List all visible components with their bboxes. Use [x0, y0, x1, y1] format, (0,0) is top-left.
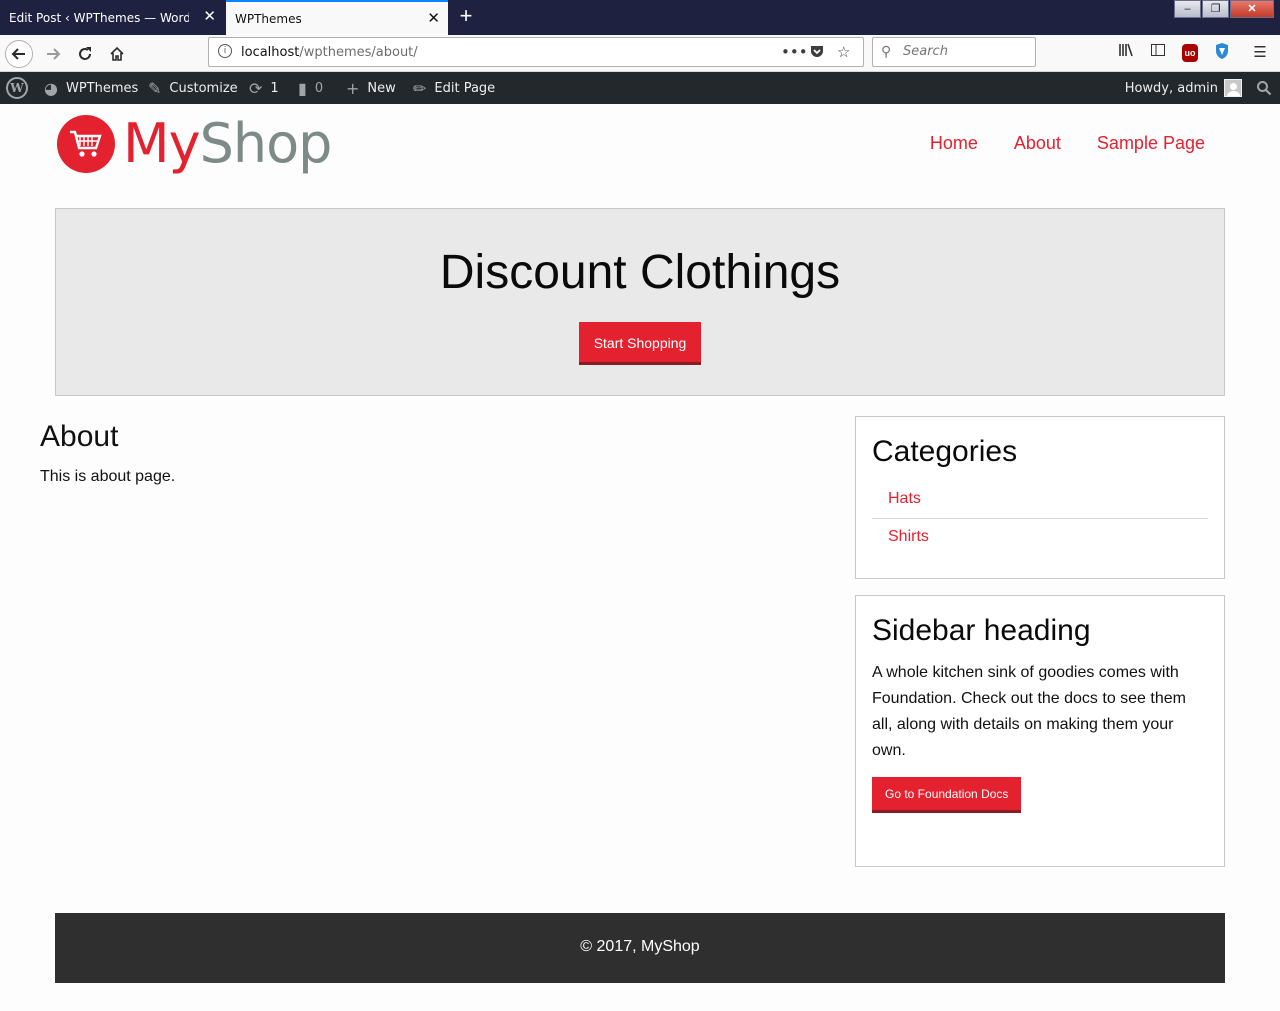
comments-link[interactable]: ▮ 0 [298, 72, 323, 104]
reload-icon[interactable] [71, 40, 99, 68]
category-link-hats[interactable]: Hats [888, 490, 921, 507]
menu-icon[interactable]: ☰ [1249, 42, 1271, 64]
list-item: Hats [872, 481, 1208, 519]
shopping-cart-icon [57, 115, 115, 173]
new-content-link[interactable]: + New [346, 72, 396, 104]
info-icon[interactable]: i [218, 44, 232, 58]
comments-count: 0 [314, 80, 324, 96]
url-bar[interactable]: i localhost/wpthemes/about/ ••• ☆ [208, 37, 864, 67]
window-close-icon[interactable]: ✕ [1230, 0, 1274, 18]
wordpress-logo-icon[interactable]: W [6, 77, 28, 99]
hero-banner: Discount Clothings Start Shopping [55, 208, 1225, 396]
comment-icon: ▮ [298, 78, 307, 98]
wp-admin-bar: W ◕ WPThemes ✎ Customize ⟳ 1 ▮ 0 + New ✏… [0, 72, 1280, 104]
updates-icon: ⟳ [249, 78, 263, 98]
edit-page-label: Edit Page [434, 80, 496, 96]
tab-wpthemes[interactable]: WPThemes ✕ [226, 0, 448, 35]
sidebar-icon[interactable] [1147, 42, 1169, 64]
home-icon[interactable] [103, 40, 131, 68]
sidebar-widget: Sidebar heading A whole kitchen sink of … [855, 595, 1225, 867]
my-account-link[interactable]: Howdy, admin [1125, 72, 1242, 104]
ublock-icon[interactable]: uo [1182, 44, 1198, 62]
minimize-icon[interactable]: – [1174, 0, 1201, 18]
page-content: About This is about page. [40, 420, 820, 486]
search-icon: ⚲ [881, 43, 892, 59]
site-name-link[interactable]: ◕ WPThemes [44, 72, 138, 104]
footer-copyright: © 2017, MyShop [580, 938, 700, 955]
category-list: Hats Shirts [872, 481, 1208, 556]
close-tab-icon[interactable]: ✕ [427, 11, 440, 26]
close-tab-icon[interactable]: ✕ [203, 9, 216, 24]
tab-title: WPThemes [235, 11, 302, 26]
pocket-icon[interactable] [809, 43, 825, 63]
updates-link[interactable]: ⟳ 1 [249, 72, 279, 104]
menu-item-sample-page[interactable]: Sample Page [1097, 133, 1205, 154]
category-link-shirts[interactable]: Shirts [888, 528, 929, 545]
customize-link[interactable]: ✎ Customize [148, 72, 238, 104]
new-label: New [367, 80, 396, 96]
updates-count: 1 [270, 80, 279, 96]
tab-title: Edit Post ‹ WPThemes — WordPress [9, 10, 189, 25]
search-bar[interactable]: ⚲ [872, 37, 1036, 67]
browser-tab-bar: Edit Post ‹ WPThemes — WordPress ✕ WPThe… [0, 0, 1280, 35]
tab-edit-post[interactable]: Edit Post ‹ WPThemes — WordPress ✕ [0, 0, 224, 35]
site-name-label: WPThemes [65, 80, 139, 96]
categories-title: Categories [872, 435, 1018, 468]
pencil-icon: ✏ [413, 78, 427, 98]
dashboard-icon: ◕ [44, 78, 58, 98]
admin-search-icon[interactable] [1256, 72, 1272, 104]
window-controls: – ❐ ✕ [1173, 0, 1274, 18]
forward-icon[interactable] [39, 40, 67, 68]
site-logo[interactable]: MyShop [57, 112, 332, 175]
menu-item-home[interactable]: Home [930, 133, 978, 154]
hero-title: Discount Clothings [439, 246, 841, 299]
customize-label: Customize [169, 80, 238, 96]
plus-icon: + [346, 78, 360, 98]
back-icon[interactable] [5, 40, 33, 68]
site-footer: © 2017, MyShop [55, 913, 1225, 983]
restore-icon[interactable]: ❐ [1202, 0, 1229, 18]
menu-item-about[interactable]: About [1014, 133, 1061, 154]
new-tab-icon[interactable]: + [454, 4, 478, 30]
avatar [1224, 79, 1242, 97]
shield-icon[interactable] [1211, 42, 1233, 64]
sidebar-text: A whole kitchen sink of goodies comes wi… [872, 664, 1186, 759]
url-text: localhost/wpthemes/about/ [241, 45, 418, 60]
foundation-docs-button[interactable]: Go to Foundation Docs [872, 777, 1022, 813]
page-body: This is about page. [40, 468, 176, 485]
logo-text: MyShop [123, 112, 332, 175]
sidebar-heading: Sidebar heading [872, 614, 1091, 647]
library-icon[interactable] [1115, 42, 1137, 64]
main-menu: Home About Sample Page [894, 133, 1205, 154]
search-input[interactable] [903, 44, 1028, 59]
list-item: Shirts [872, 519, 1208, 556]
edit-page-link[interactable]: ✏ Edit Page [413, 72, 495, 104]
more-icon[interactable]: ••• [781, 43, 808, 61]
howdy-label: Howdy, admin [1124, 80, 1218, 96]
bookmark-star-icon[interactable]: ☆ [837, 43, 850, 61]
brush-icon: ✎ [148, 78, 162, 98]
categories-widget: Categories Hats Shirts [855, 416, 1225, 579]
start-shopping-button[interactable]: Start Shopping [578, 322, 702, 365]
page-title: About [40, 420, 119, 453]
